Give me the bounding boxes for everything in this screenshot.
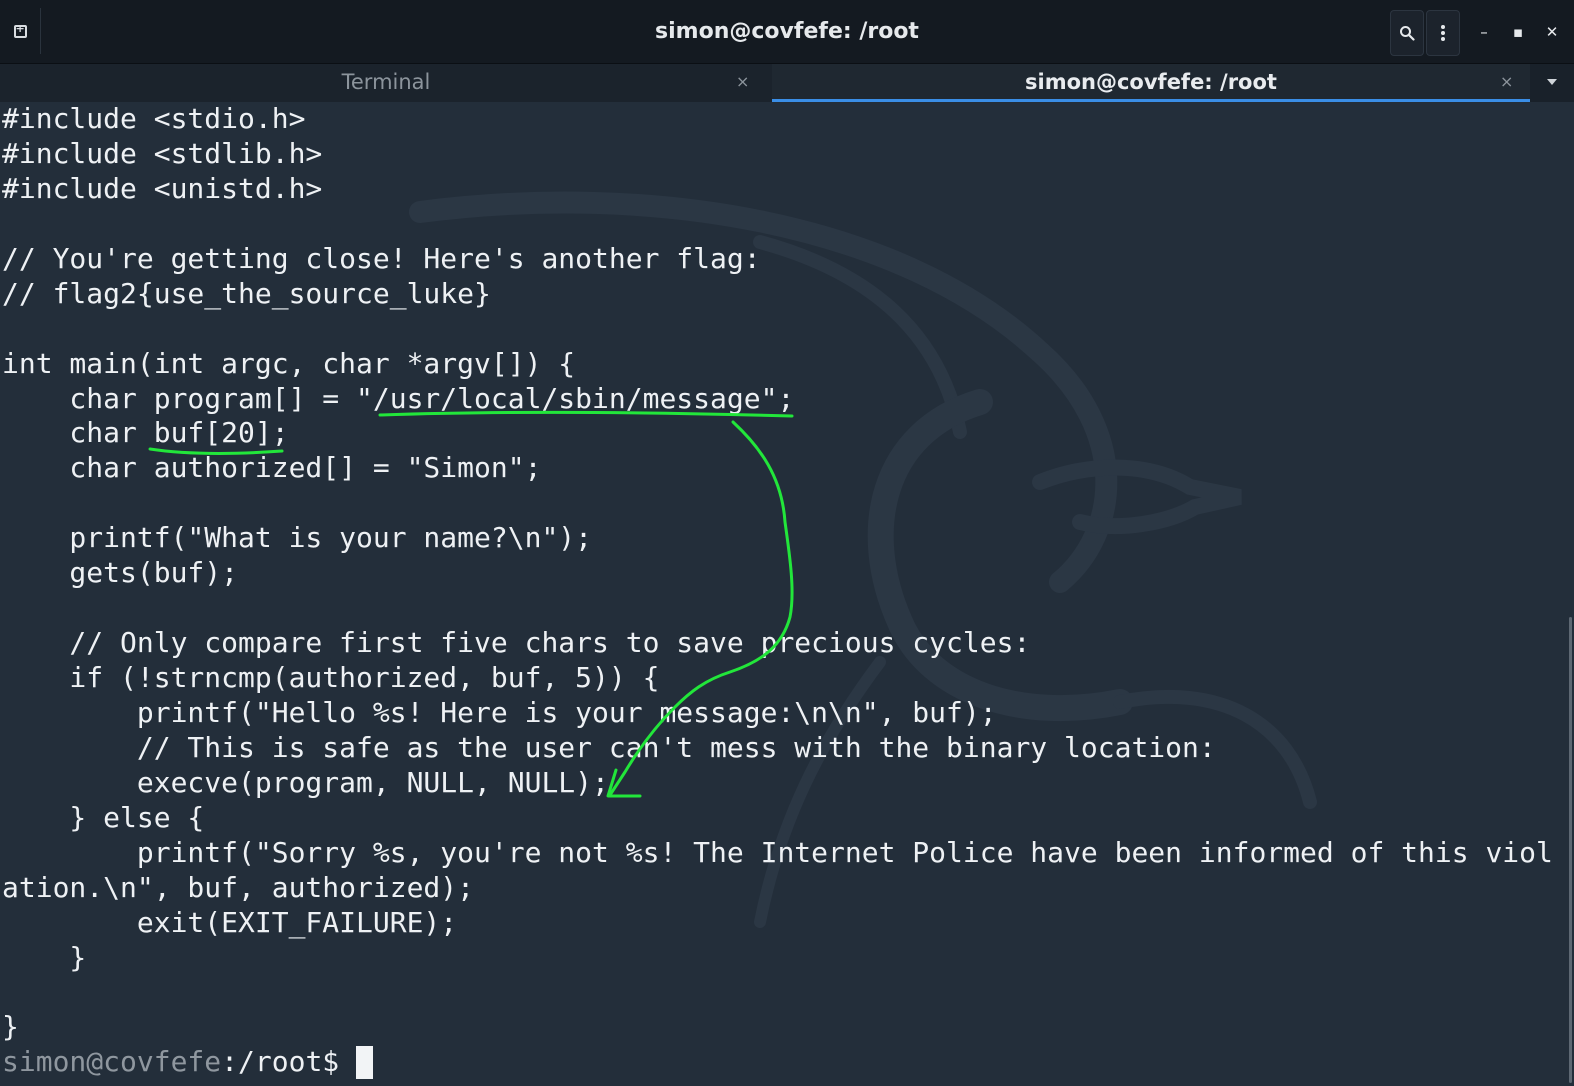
- code-line: execve(program, NULL, NULL);: [2, 765, 609, 799]
- code-line: printf("Hello %s! Here is your message:\…: [2, 695, 997, 729]
- shell-prompt: simon@covfefe:/root$: [2, 1045, 1553, 1080]
- menu-button[interactable]: [1426, 10, 1460, 56]
- code-line: char authorized[] = "Simon";: [2, 451, 542, 485]
- code-line: #include <unistd.h>: [2, 171, 323, 205]
- code-line: #include <stdio.h>: [2, 102, 306, 135]
- kebab-menu-icon: [1441, 25, 1445, 41]
- code-line: }: [2, 1010, 19, 1044]
- tab-close-icon[interactable]: ×: [736, 64, 749, 100]
- code-line: // This is safe as the user can't mess w…: [2, 730, 1216, 764]
- code-line: gets(buf);: [2, 556, 239, 590]
- window-title: simon@covfefe: /root: [655, 19, 919, 44]
- code-line: char program[] = "/usr/local/sbin/messag…: [2, 381, 795, 415]
- close-window-button[interactable]: ✕: [1540, 18, 1564, 46]
- code-line: if (!strncmp(authorized, buf, 5)) {: [2, 661, 660, 694]
- tab-bar: Terminal × simon@covfefe: /root ×: [0, 64, 1574, 102]
- close-icon: ✕: [1545, 23, 1559, 41]
- prompt-user-host: simon@covfefe: [2, 1045, 222, 1079]
- code-line: char buf[20];: [2, 416, 289, 450]
- tab-list-button[interactable]: [1530, 64, 1574, 102]
- terminal-cursor: [356, 1046, 374, 1080]
- scrollbar[interactable]: [1569, 617, 1572, 1083]
- code-line: exit(EXIT_FAILURE);: [2, 905, 458, 939]
- maximize-icon: ▪: [1512, 23, 1524, 41]
- minimize-icon: –: [1480, 23, 1488, 41]
- code-line: // You're getting close! Here's another …: [2, 241, 761, 275]
- code-line: printf("What is your name?\n");: [2, 521, 593, 555]
- maximize-button[interactable]: ▪: [1506, 18, 1530, 46]
- code-line: } else {: [2, 800, 205, 834]
- code-listing: #include <stdio.h> #include <stdlib.h> #in…: [2, 102, 1553, 1080]
- minimize-button[interactable]: –: [1472, 18, 1496, 46]
- tab-terminal[interactable]: Terminal ×: [0, 64, 772, 102]
- code-line: int main(int argc, char *argv[]) {: [2, 346, 576, 380]
- code-line: ation.\n", buf, authorized);: [2, 870, 475, 904]
- code-line: printf("Sorry %s, you're not %s! The Int…: [2, 835, 1553, 869]
- title-bar: simon@covfefe: /root – ▪ ✕: [0, 0, 1574, 64]
- search-button[interactable]: [1390, 10, 1424, 56]
- tab-simon-root[interactable]: simon@covfefe: /root ×: [772, 64, 1530, 102]
- code-line: // Only compare first five chars to save…: [2, 626, 1031, 660]
- terminal-window: simon@covfefe: /root – ▪ ✕ Terminal: [0, 0, 1574, 1086]
- code-line: #include <stdlib.h>: [2, 136, 323, 170]
- search-icon: [1400, 26, 1415, 41]
- tab-label: simon@covfefe: /root: [1025, 70, 1277, 94]
- terminal-output[interactable]: #include <stdio.h> #include <stdlib.h> #in…: [0, 102, 1574, 1086]
- chevron-down-icon: [1547, 79, 1557, 85]
- tab-label: Terminal: [341, 70, 431, 94]
- tab-close-icon[interactable]: ×: [1500, 64, 1513, 100]
- code-line: }: [2, 940, 87, 974]
- code-line: // flag2{use_the_source_luke}: [2, 276, 491, 310]
- prompt-path: :/root$: [221, 1045, 357, 1079]
